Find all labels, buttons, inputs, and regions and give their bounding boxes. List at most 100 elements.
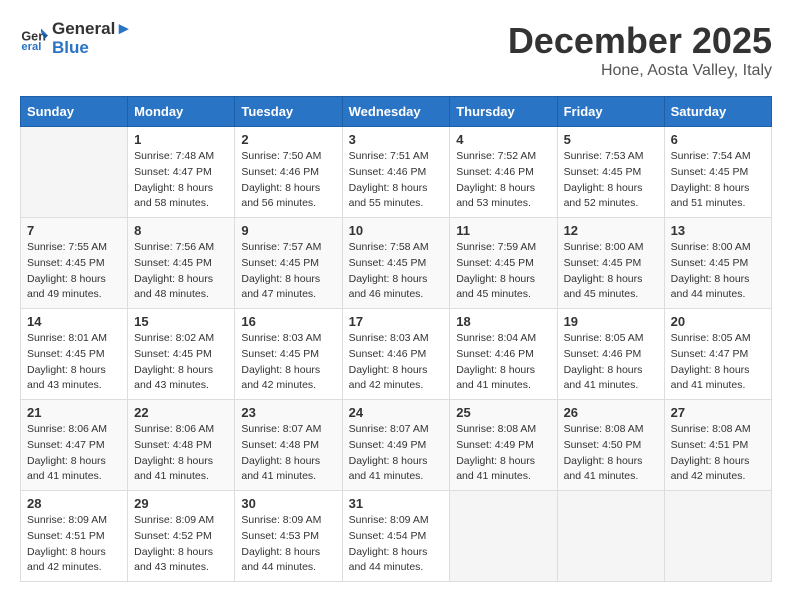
weekday-header-cell: Thursday — [450, 97, 557, 127]
sunrise-text: Sunrise: 8:07 AM — [241, 422, 335, 438]
daylight-text: Daylight: 8 hours and 41 minutes. — [456, 454, 550, 486]
calendar-cell: 22 Sunrise: 8:06 AM Sunset: 4:48 PM Dayl… — [128, 400, 235, 491]
calendar-week-row: 7 Sunrise: 7:55 AM Sunset: 4:45 PM Dayli… — [21, 218, 772, 309]
day-info: Sunrise: 8:05 AM Sunset: 4:46 PM Dayligh… — [564, 331, 658, 394]
daylight-text: Daylight: 8 hours and 52 minutes. — [564, 181, 658, 213]
sunset-text: Sunset: 4:49 PM — [456, 438, 550, 454]
sunset-text: Sunset: 4:51 PM — [671, 438, 765, 454]
day-info: Sunrise: 8:04 AM Sunset: 4:46 PM Dayligh… — [456, 331, 550, 394]
sunrise-text: Sunrise: 7:52 AM — [456, 149, 550, 165]
sunset-text: Sunset: 4:45 PM — [564, 256, 658, 272]
weekday-header-cell: Tuesday — [235, 97, 342, 127]
day-number: 1 — [134, 132, 228, 147]
day-number: 2 — [241, 132, 335, 147]
sunrise-text: Sunrise: 8:03 AM — [241, 331, 335, 347]
month-title: December 2025 — [508, 20, 772, 62]
day-info: Sunrise: 8:03 AM Sunset: 4:45 PM Dayligh… — [241, 331, 335, 394]
sunset-text: Sunset: 4:51 PM — [27, 529, 121, 545]
day-info: Sunrise: 8:01 AM Sunset: 4:45 PM Dayligh… — [27, 331, 121, 394]
weekday-header-cell: Friday — [557, 97, 664, 127]
calendar-cell: 29 Sunrise: 8:09 AM Sunset: 4:52 PM Dayl… — [128, 491, 235, 582]
daylight-text: Daylight: 8 hours and 43 minutes. — [27, 363, 121, 395]
day-number: 19 — [564, 314, 658, 329]
sunset-text: Sunset: 4:45 PM — [241, 347, 335, 363]
calendar-cell: 2 Sunrise: 7:50 AM Sunset: 4:46 PM Dayli… — [235, 127, 342, 218]
sunset-text: Sunset: 4:47 PM — [671, 347, 765, 363]
daylight-text: Daylight: 8 hours and 45 minutes. — [564, 272, 658, 304]
calendar-cell: 1 Sunrise: 7:48 AM Sunset: 4:47 PM Dayli… — [128, 127, 235, 218]
day-number: 29 — [134, 496, 228, 511]
daylight-text: Daylight: 8 hours and 41 minutes. — [134, 454, 228, 486]
day-info: Sunrise: 8:06 AM Sunset: 4:47 PM Dayligh… — [27, 422, 121, 485]
day-info: Sunrise: 8:08 AM Sunset: 4:51 PM Dayligh… — [671, 422, 765, 485]
calendar-cell: 24 Sunrise: 8:07 AM Sunset: 4:49 PM Dayl… — [342, 400, 450, 491]
sunrise-text: Sunrise: 7:56 AM — [134, 240, 228, 256]
title-area: December 2025 Hone, Aosta Valley, Italy — [508, 20, 772, 80]
day-info: Sunrise: 8:06 AM Sunset: 4:48 PM Dayligh… — [134, 422, 228, 485]
logo: Gen eral General► Blue — [20, 20, 132, 57]
sunrise-text: Sunrise: 8:02 AM — [134, 331, 228, 347]
day-info: Sunrise: 8:09 AM Sunset: 4:52 PM Dayligh… — [134, 513, 228, 576]
sunset-text: Sunset: 4:45 PM — [349, 256, 444, 272]
sunset-text: Sunset: 4:49 PM — [349, 438, 444, 454]
sunset-text: Sunset: 4:46 PM — [241, 165, 335, 181]
calendar-cell: 3 Sunrise: 7:51 AM Sunset: 4:46 PM Dayli… — [342, 127, 450, 218]
day-number: 15 — [134, 314, 228, 329]
calendar-cell — [21, 127, 128, 218]
daylight-text: Daylight: 8 hours and 53 minutes. — [456, 181, 550, 213]
calendar-cell: 15 Sunrise: 8:02 AM Sunset: 4:45 PM Dayl… — [128, 309, 235, 400]
day-number: 18 — [456, 314, 550, 329]
calendar-cell: 30 Sunrise: 8:09 AM Sunset: 4:53 PM Dayl… — [235, 491, 342, 582]
day-number: 16 — [241, 314, 335, 329]
daylight-text: Daylight: 8 hours and 47 minutes. — [241, 272, 335, 304]
sunrise-text: Sunrise: 7:54 AM — [671, 149, 765, 165]
sunrise-text: Sunrise: 7:53 AM — [564, 149, 658, 165]
sunset-text: Sunset: 4:45 PM — [27, 256, 121, 272]
sunset-text: Sunset: 4:46 PM — [349, 165, 444, 181]
weekday-header-cell: Wednesday — [342, 97, 450, 127]
sunset-text: Sunset: 4:52 PM — [134, 529, 228, 545]
sunset-text: Sunset: 4:46 PM — [564, 347, 658, 363]
sunrise-text: Sunrise: 7:48 AM — [134, 149, 228, 165]
daylight-text: Daylight: 8 hours and 56 minutes. — [241, 181, 335, 213]
calendar-cell: 18 Sunrise: 8:04 AM Sunset: 4:46 PM Dayl… — [450, 309, 557, 400]
calendar-body: 1 Sunrise: 7:48 AM Sunset: 4:47 PM Dayli… — [21, 127, 772, 582]
calendar-cell: 9 Sunrise: 7:57 AM Sunset: 4:45 PM Dayli… — [235, 218, 342, 309]
sunset-text: Sunset: 4:45 PM — [241, 256, 335, 272]
location-title: Hone, Aosta Valley, Italy — [508, 62, 772, 80]
calendar-week-row: 21 Sunrise: 8:06 AM Sunset: 4:47 PM Dayl… — [21, 400, 772, 491]
sunset-text: Sunset: 4:47 PM — [27, 438, 121, 454]
daylight-text: Daylight: 8 hours and 41 minutes. — [27, 454, 121, 486]
sunset-text: Sunset: 4:54 PM — [349, 529, 444, 545]
day-number: 4 — [456, 132, 550, 147]
day-info: Sunrise: 8:09 AM Sunset: 4:51 PM Dayligh… — [27, 513, 121, 576]
daylight-text: Daylight: 8 hours and 44 minutes. — [349, 545, 444, 577]
calendar-cell: 11 Sunrise: 7:59 AM Sunset: 4:45 PM Dayl… — [450, 218, 557, 309]
calendar-cell: 17 Sunrise: 8:03 AM Sunset: 4:46 PM Dayl… — [342, 309, 450, 400]
day-info: Sunrise: 8:08 AM Sunset: 4:50 PM Dayligh… — [564, 422, 658, 485]
day-info: Sunrise: 8:09 AM Sunset: 4:54 PM Dayligh… — [349, 513, 444, 576]
sunset-text: Sunset: 4:45 PM — [134, 347, 228, 363]
calendar-cell: 12 Sunrise: 8:00 AM Sunset: 4:45 PM Dayl… — [557, 218, 664, 309]
day-number: 25 — [456, 405, 550, 420]
header: Gen eral General► Blue December 2025 Hon… — [20, 20, 772, 80]
calendar-cell: 13 Sunrise: 8:00 AM Sunset: 4:45 PM Dayl… — [664, 218, 771, 309]
calendar-cell: 5 Sunrise: 7:53 AM Sunset: 4:45 PM Dayli… — [557, 127, 664, 218]
day-number: 23 — [241, 405, 335, 420]
daylight-text: Daylight: 8 hours and 43 minutes. — [134, 545, 228, 577]
daylight-text: Daylight: 8 hours and 41 minutes. — [456, 363, 550, 395]
day-info: Sunrise: 8:07 AM Sunset: 4:48 PM Dayligh… — [241, 422, 335, 485]
calendar-cell: 25 Sunrise: 8:08 AM Sunset: 4:49 PM Dayl… — [450, 400, 557, 491]
sunrise-text: Sunrise: 7:57 AM — [241, 240, 335, 256]
daylight-text: Daylight: 8 hours and 41 minutes. — [671, 363, 765, 395]
day-number: 28 — [27, 496, 121, 511]
day-info: Sunrise: 8:09 AM Sunset: 4:53 PM Dayligh… — [241, 513, 335, 576]
day-number: 11 — [456, 223, 550, 238]
calendar-cell: 10 Sunrise: 7:58 AM Sunset: 4:45 PM Dayl… — [342, 218, 450, 309]
day-number: 24 — [349, 405, 444, 420]
day-number: 7 — [27, 223, 121, 238]
sunrise-text: Sunrise: 8:09 AM — [27, 513, 121, 529]
day-number: 8 — [134, 223, 228, 238]
sunset-text: Sunset: 4:48 PM — [241, 438, 335, 454]
day-info: Sunrise: 7:48 AM Sunset: 4:47 PM Dayligh… — [134, 149, 228, 212]
